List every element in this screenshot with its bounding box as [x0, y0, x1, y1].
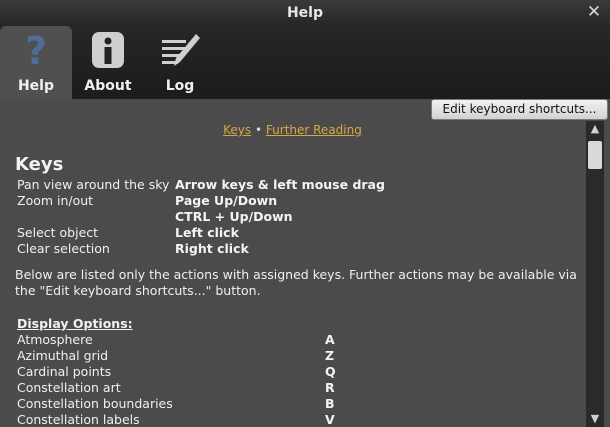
anchor-links: Keys • Further Reading: [0, 123, 585, 137]
help-content: Edit keyboard shortcuts... Keys • Furthe…: [0, 99, 610, 427]
scrollbar-thumb[interactable]: [588, 141, 602, 169]
key-action: Zoom in/out: [17, 193, 94, 208]
option-key: V: [325, 412, 335, 427]
tab-log[interactable]: Log: [144, 26, 216, 99]
option-action: Constellation boundaries: [17, 396, 173, 411]
tab-log-label: Log: [165, 78, 195, 94]
option-key: Q: [325, 364, 336, 379]
option-action: Constellation art: [17, 380, 121, 395]
key-binding: Arrow keys & left mouse drag: [175, 177, 385, 192]
info-icon: [92, 32, 124, 68]
scroll-up-arrow-icon[interactable]: ▲: [586, 121, 604, 137]
option-action: Atmosphere: [17, 332, 93, 347]
shortcuts-note: Below are listed only the actions with a…: [15, 267, 577, 298]
display-options-heading: Display Options:: [17, 316, 133, 331]
option-key: Z: [325, 348, 335, 363]
title-bar: Help ✕: [0, 0, 610, 26]
key-action: Pan view around the sky: [17, 177, 170, 192]
option-action: Azimuthal grid: [17, 348, 109, 363]
option-action: Constellation labels: [17, 412, 140, 427]
tab-help-label: Help: [17, 78, 55, 94]
keys-link[interactable]: Keys: [223, 123, 251, 137]
key-binding: Right click: [175, 241, 249, 256]
tab-about-label: About: [84, 78, 132, 94]
scroll-down-arrow-icon[interactable]: ▼: [586, 411, 604, 427]
vertical-scrollbar[interactable]: ▲ ▼: [586, 121, 604, 427]
tab-bar: ? Help About Log: [0, 26, 610, 99]
key-binding: CTRL + Up/Down: [175, 209, 293, 224]
svg-text:?: ?: [25, 30, 47, 70]
close-button[interactable]: ✕: [584, 2, 604, 22]
window-title: Help: [286, 5, 324, 21]
log-pencil-icon: [162, 34, 200, 66]
tab-about[interactable]: About: [72, 26, 144, 99]
option-action: Cardinal points: [17, 364, 112, 379]
question-icon: ?: [25, 30, 47, 70]
option-key: B: [325, 396, 335, 411]
key-action: Clear selection: [17, 241, 110, 256]
keys-heading: Keys: [15, 154, 64, 175]
link-separator: •: [255, 123, 263, 137]
option-key: A: [325, 332, 335, 347]
key-binding: Page Up/Down: [175, 193, 278, 208]
further-reading-link[interactable]: Further Reading: [266, 123, 362, 137]
key-binding: Left click: [175, 225, 239, 240]
option-key: R: [325, 380, 335, 395]
edit-keyboard-shortcuts-button[interactable]: Edit keyboard shortcuts...: [431, 99, 608, 120]
key-action: Select object: [17, 225, 99, 240]
tab-help[interactable]: ? Help: [0, 26, 72, 99]
